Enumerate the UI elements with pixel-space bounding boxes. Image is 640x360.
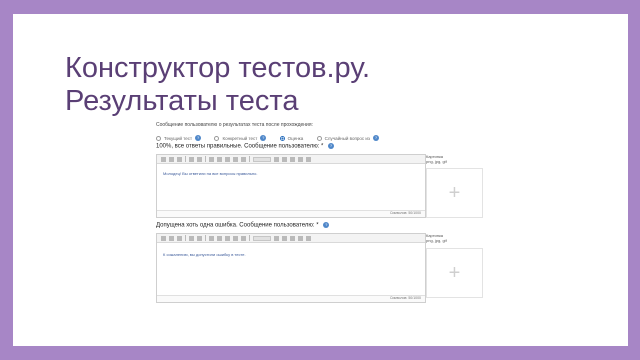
toolbar-divider xyxy=(205,235,206,241)
add-image-box-1[interactable]: + xyxy=(426,168,483,218)
section-2-label: Допущена хоть одна ошибка. Сообщение пол… xyxy=(156,222,330,229)
char-count: Символов: 50/1000 xyxy=(389,211,421,215)
help-icon[interactable]: ? xyxy=(323,222,330,228)
image-formats: png, jpg, gif xyxy=(426,159,447,164)
font-size-select[interactable] xyxy=(253,235,271,241)
radio-option-specific[interactable]: Конкретный тест ? xyxy=(214,135,267,141)
align-right-icon[interactable] xyxy=(306,235,311,241)
help-icon[interactable]: ? xyxy=(373,135,379,141)
strike-icon[interactable] xyxy=(233,156,238,162)
radio-option-score[interactable]: Оценка xyxy=(279,135,304,141)
underline-icon[interactable] xyxy=(225,235,230,241)
section-1-label: 100%, все ответы правильные. Сообщение п… xyxy=(156,143,335,150)
align-right-icon[interactable] xyxy=(306,156,311,162)
undo-icon[interactable] xyxy=(189,156,194,162)
editor-statusbar: Символов: 50/1000 xyxy=(157,295,425,302)
editor-content-2[interactable]: К сожалению, вы допустили ошибку в тесте… xyxy=(163,252,246,257)
list-icon[interactable] xyxy=(282,156,287,162)
radio-option-current[interactable]: Текущий тест ? xyxy=(156,135,202,141)
redo-icon[interactable] xyxy=(197,235,202,241)
radio-option-random[interactable]: Случайный вопрос из ? xyxy=(316,135,379,141)
strike-icon[interactable] xyxy=(233,235,238,241)
help-icon[interactable]: ? xyxy=(195,135,202,141)
section-2-label-text: Допущена хоть одна ошибка. Сообщение пол… xyxy=(156,222,319,229)
copy-icon[interactable] xyxy=(169,156,174,162)
help-icon[interactable]: ? xyxy=(328,143,335,149)
help-icon[interactable]: ? xyxy=(260,135,267,141)
title-line-2: Результаты теста xyxy=(65,85,299,117)
radio-circle-selected[interactable] xyxy=(279,135,285,141)
message-editor-1[interactable]: Молодец! Вы ответили на все вопросы прав… xyxy=(156,154,426,218)
radio-label: Конкретный тест xyxy=(222,135,258,141)
cut-icon[interactable] xyxy=(161,235,166,241)
bold-icon[interactable] xyxy=(209,156,214,162)
char-count: Символов: 50/1000 xyxy=(389,296,421,300)
editor-statusbar: Символов: 50/1000 xyxy=(157,210,425,217)
font-size-select[interactable] xyxy=(253,156,271,162)
link-icon[interactable] xyxy=(241,235,246,241)
text-color-icon[interactable] xyxy=(274,235,279,241)
image-side-panel-1: Картинка png, jpg, gif xyxy=(426,154,447,164)
toolbar-divider xyxy=(205,156,206,162)
message-editor-2[interactable]: К сожалению, вы допустили ошибку в тесте… xyxy=(156,233,426,303)
cut-icon[interactable] xyxy=(161,156,166,162)
radio-label: Текущий тест xyxy=(164,135,193,141)
slide-title: Конструктор тестов.ру. Результаты теста xyxy=(65,52,605,118)
toolbar-divider xyxy=(185,156,186,162)
copy-icon[interactable] xyxy=(169,235,174,241)
paste-icon[interactable] xyxy=(177,235,182,241)
text-color-icon[interactable] xyxy=(274,156,279,162)
editor-toolbar xyxy=(157,155,425,164)
align-center-icon[interactable] xyxy=(298,235,303,241)
result-mode-radio-group: Текущий тест ? Конкретный тест ? Оценка … xyxy=(156,135,391,143)
image-side-panel-2: Картинка png, jpg, gif xyxy=(426,233,447,243)
toolbar-divider xyxy=(249,156,250,162)
toolbar-divider xyxy=(249,235,250,241)
section-1-label-text: 100%, все ответы правильные. Сообщение п… xyxy=(156,143,324,150)
radio-circle[interactable] xyxy=(214,135,220,141)
radio-circle[interactable] xyxy=(156,135,161,141)
bold-icon[interactable] xyxy=(209,235,214,241)
italic-icon[interactable] xyxy=(217,235,222,241)
toolbar-divider xyxy=(185,235,186,241)
plus-icon: + xyxy=(448,262,461,284)
image-formats: png, jpg, gif xyxy=(426,238,447,243)
align-center-icon[interactable] xyxy=(298,156,303,162)
paste-icon[interactable] xyxy=(177,156,182,162)
question-text: Сообщение пользователю о результатах тес… xyxy=(156,122,313,128)
editor-content-1[interactable]: Молодец! Вы ответили на все вопросы прав… xyxy=(163,171,257,176)
list-icon[interactable] xyxy=(282,235,287,241)
radio-circle[interactable] xyxy=(316,135,322,141)
editor-toolbar xyxy=(157,234,425,243)
align-left-icon[interactable] xyxy=(290,235,295,241)
underline-icon[interactable] xyxy=(225,156,230,162)
align-left-icon[interactable] xyxy=(290,156,295,162)
undo-icon[interactable] xyxy=(189,235,194,241)
link-icon[interactable] xyxy=(241,156,246,162)
plus-icon: + xyxy=(448,182,461,204)
screenshot-embed: Сообщение пользователю о результатах тес… xyxy=(154,118,487,308)
radio-label: Оценка xyxy=(287,135,304,141)
italic-icon[interactable] xyxy=(217,156,222,162)
redo-icon[interactable] xyxy=(197,156,202,162)
title-line-1: Конструктор тестов.ру. xyxy=(65,52,370,84)
radio-label: Случайный вопрос из xyxy=(324,135,370,141)
add-image-box-2[interactable]: + xyxy=(426,248,483,298)
